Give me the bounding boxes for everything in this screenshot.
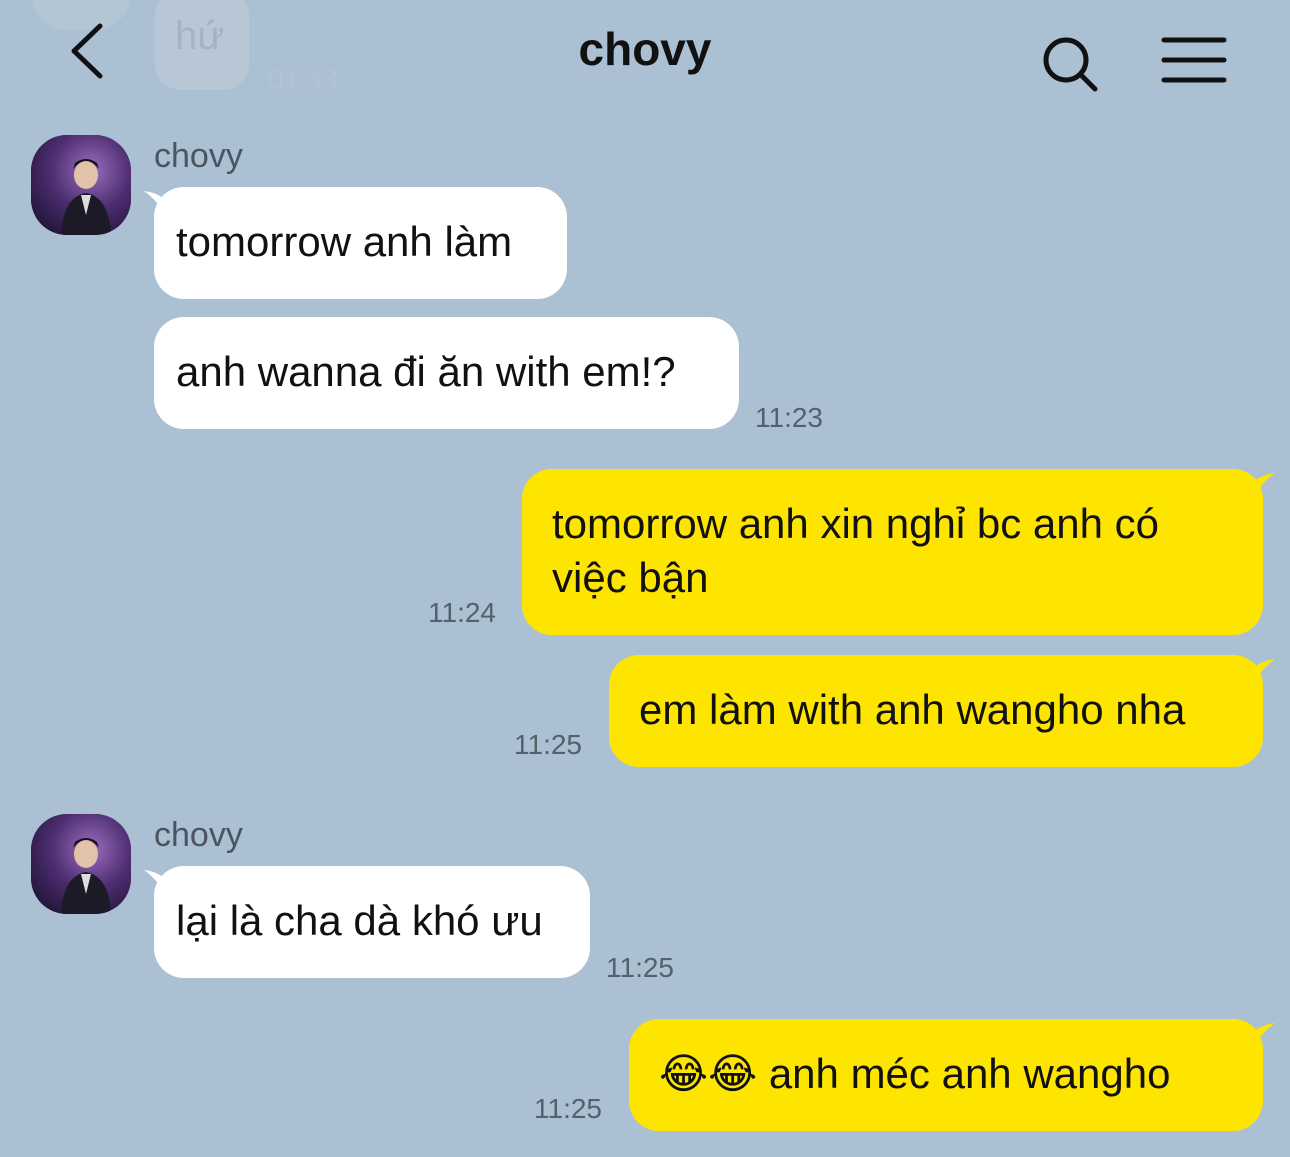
message-text: anh méc anh wangho bbox=[768, 1050, 1171, 1097]
message-text: anh wanna đi ăn with em!? bbox=[176, 348, 676, 395]
message-text: tomorrow anh làm bbox=[176, 218, 513, 265]
bubble-tail bbox=[1247, 659, 1275, 691]
message-bubble-outgoing[interactable]: em làm with anh wangho nha bbox=[609, 655, 1275, 767]
bubble-tail bbox=[1247, 473, 1275, 505]
message-bubble-incoming[interactable]: anh wanna đi ăn with em!? bbox=[154, 317, 739, 429]
avatar-chovy[interactable] bbox=[31, 814, 131, 914]
search-icon bbox=[1043, 37, 1098, 92]
message-text: lại là cha dà khó ưu bbox=[176, 897, 543, 944]
message-text-line: việc bận bbox=[552, 554, 709, 601]
emoji-laughing-icon: 😂😂 bbox=[659, 1049, 758, 1098]
bubble-tail bbox=[144, 191, 172, 223]
bubble-tail bbox=[144, 870, 172, 902]
back-button[interactable] bbox=[62, 20, 122, 84]
message-text: em làm with anh wangho nha bbox=[639, 686, 1186, 733]
message-text-line: tomorrow anh xin nghỉ bc anh có bbox=[552, 500, 1160, 547]
bubble-tail bbox=[1247, 1023, 1275, 1055]
profile-photo bbox=[31, 135, 131, 235]
search-button[interactable] bbox=[1040, 34, 1100, 94]
menu-button[interactable] bbox=[1160, 34, 1228, 88]
message-time: 11:25 bbox=[514, 729, 582, 760]
message-time: 11:25 bbox=[534, 1093, 602, 1124]
message-bubble-outgoing[interactable]: 😂😂 anh méc anh wangho bbox=[629, 1019, 1275, 1131]
message-time: 11:24 bbox=[428, 597, 496, 628]
chevron-left-icon bbox=[71, 23, 103, 79]
message-time: 11:25 bbox=[606, 952, 674, 983]
avatar-chovy[interactable] bbox=[31, 135, 131, 235]
chat-title: chovy bbox=[578, 23, 712, 75]
message-bubble-incoming[interactable]: tomorrow anh làm bbox=[144, 187, 567, 299]
message-bubble-outgoing[interactable]: tomorrow anh xin nghỉ bc anh có việc bận bbox=[522, 469, 1275, 635]
hamburger-menu-icon bbox=[1161, 37, 1227, 83]
sender-name: chovy bbox=[154, 137, 243, 175]
message-time: 11:23 bbox=[755, 402, 823, 433]
profile-photo bbox=[31, 814, 131, 914]
message-bubble-incoming[interactable]: lại là cha dà khó ưu bbox=[144, 866, 590, 978]
sender-name: chovy bbox=[154, 816, 243, 854]
